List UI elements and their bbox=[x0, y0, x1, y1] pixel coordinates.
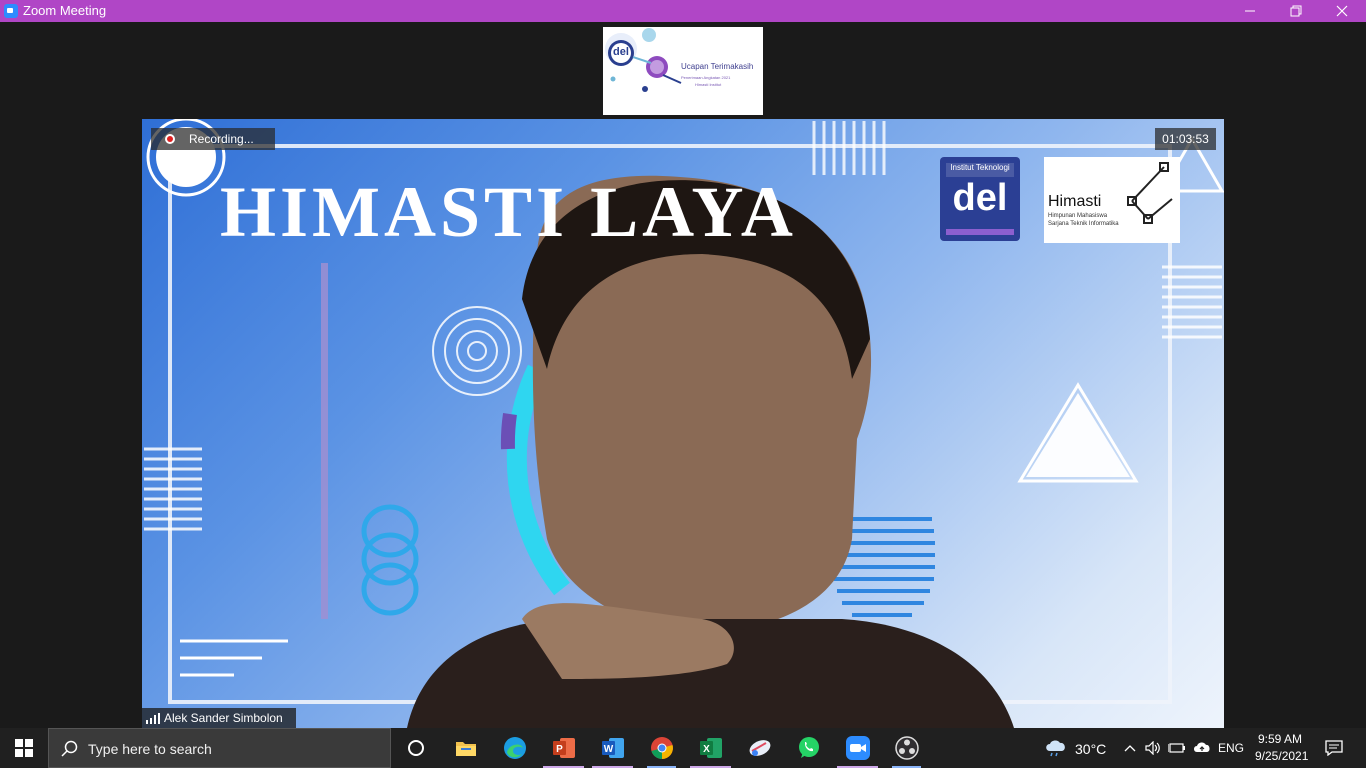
cloud-rain-icon bbox=[1046, 740, 1065, 757]
chevron-up-icon bbox=[1124, 745, 1136, 752]
clock-date: 9/25/2021 bbox=[1255, 749, 1309, 763]
participant-name: Alek Sander Simbolon bbox=[164, 711, 283, 725]
del-logo-text: del bbox=[952, 177, 1008, 219]
language-label: ENG bbox=[1218, 741, 1245, 755]
participant-video[interactable]: HIMASTI LAYA Institut Teknologi del Hima… bbox=[142, 119, 1224, 728]
participant-name-tag: Alek Sander Simbolon bbox=[142, 708, 296, 728]
edge-icon bbox=[504, 737, 526, 759]
excel-icon: X bbox=[700, 738, 722, 758]
weather-temperature: 30°C bbox=[1075, 741, 1107, 757]
taskbar-powerpoint[interactable]: P bbox=[539, 728, 588, 768]
whatsapp-icon bbox=[799, 737, 819, 758]
meeting-timer: 01:03:53 bbox=[1155, 128, 1216, 150]
close-icon bbox=[1336, 5, 1348, 17]
word-icon: W bbox=[602, 738, 624, 758]
taskbar-obs[interactable] bbox=[882, 728, 931, 768]
notification-center-button[interactable] bbox=[1318, 728, 1358, 768]
obs-icon bbox=[895, 736, 919, 760]
svg-text:X: X bbox=[703, 744, 710, 755]
himasti-logo-subtitle-2: Sarjana Teknik Informatika bbox=[1048, 221, 1119, 227]
notification-icon bbox=[1325, 740, 1343, 756]
close-button[interactable] bbox=[1319, 0, 1365, 22]
folder-icon bbox=[456, 742, 476, 756]
thumbnail-logo-text: del bbox=[613, 46, 629, 58]
himasti-logo-subtitle-1: Himpunan Mahasiswa bbox=[1048, 213, 1108, 219]
windows-logo-icon bbox=[15, 739, 33, 757]
recording-dot-icon bbox=[165, 134, 175, 144]
start-button[interactable] bbox=[0, 728, 48, 768]
del-logo-caption: Institut Teknologi bbox=[950, 163, 1010, 172]
taskbar-zoom[interactable] bbox=[833, 728, 882, 768]
taskbar-whatsapp[interactable] bbox=[784, 728, 833, 768]
battery-charging-icon bbox=[1168, 743, 1185, 753]
cortana-circle-icon bbox=[408, 740, 424, 756]
background-headline: HIMASTI LAYA bbox=[220, 172, 797, 252]
powerpoint-icon: P bbox=[553, 738, 575, 758]
taskbar-cortana[interactable] bbox=[392, 728, 441, 768]
taskbar-file-explorer[interactable] bbox=[441, 728, 490, 768]
restore-icon bbox=[1290, 5, 1302, 17]
search-icon bbox=[61, 740, 78, 757]
minimize-icon bbox=[1245, 10, 1255, 12]
battery-button[interactable] bbox=[1166, 728, 1188, 768]
himasti-logo-title: Himasti bbox=[1048, 193, 1102, 210]
thumbnail-slide-title: Ucapan Terimakasih bbox=[681, 62, 754, 71]
minimize-button[interactable] bbox=[1227, 0, 1273, 22]
signal-strength-icon bbox=[146, 713, 160, 724]
snip-icon bbox=[749, 740, 771, 756]
onedrive-button[interactable] bbox=[1190, 728, 1214, 768]
recording-indicator[interactable]: Recording... bbox=[151, 128, 275, 150]
thumbnail-slide-subtitle-2: Himasti Institut bbox=[695, 82, 722, 87]
language-indicator[interactable]: ENG bbox=[1216, 728, 1246, 768]
window-title: Zoom Meeting bbox=[23, 3, 107, 18]
zoom-app-icon bbox=[4, 4, 18, 18]
restore-button[interactable] bbox=[1273, 0, 1319, 22]
taskbar-excel[interactable]: X bbox=[686, 728, 735, 768]
zoom-icon bbox=[846, 736, 870, 760]
taskbar-word[interactable]: W bbox=[588, 728, 637, 768]
slide-graphic bbox=[603, 27, 763, 115]
search-placeholder: Type here to search bbox=[88, 741, 212, 757]
clock[interactable]: 9:59 AM 9/25/2021 bbox=[1250, 728, 1312, 768]
recording-label: Recording... bbox=[189, 132, 254, 146]
taskbar-edge[interactable] bbox=[490, 728, 539, 768]
svg-text:P: P bbox=[556, 744, 563, 755]
show-hidden-icons-button[interactable] bbox=[1120, 728, 1140, 768]
clock-time: 9:59 AM bbox=[1258, 732, 1303, 746]
chrome-icon bbox=[651, 737, 673, 759]
thumbnail-slide-subtitle: Penerimaan Angkatan 2021 bbox=[681, 75, 731, 80]
taskbar-search-box[interactable]: Type here to search bbox=[48, 728, 391, 768]
svg-text:W: W bbox=[604, 744, 614, 755]
weather-widget[interactable]: 30°C bbox=[1044, 728, 1114, 768]
volume-button[interactable] bbox=[1142, 728, 1164, 768]
window-titlebar: Zoom Meeting bbox=[0, 0, 1366, 22]
cloud-upload-icon bbox=[1194, 742, 1210, 752]
windows-taskbar: Type here to search P W X 30°C ENG 9:59 … bbox=[0, 728, 1366, 768]
taskbar-snip[interactable] bbox=[735, 728, 784, 768]
speaker-icon bbox=[1145, 741, 1160, 755]
shared-screen-thumbnail[interactable]: del Ucapan Terimakasih Penerimaan Angkat… bbox=[603, 27, 763, 115]
taskbar-chrome[interactable] bbox=[637, 728, 686, 768]
